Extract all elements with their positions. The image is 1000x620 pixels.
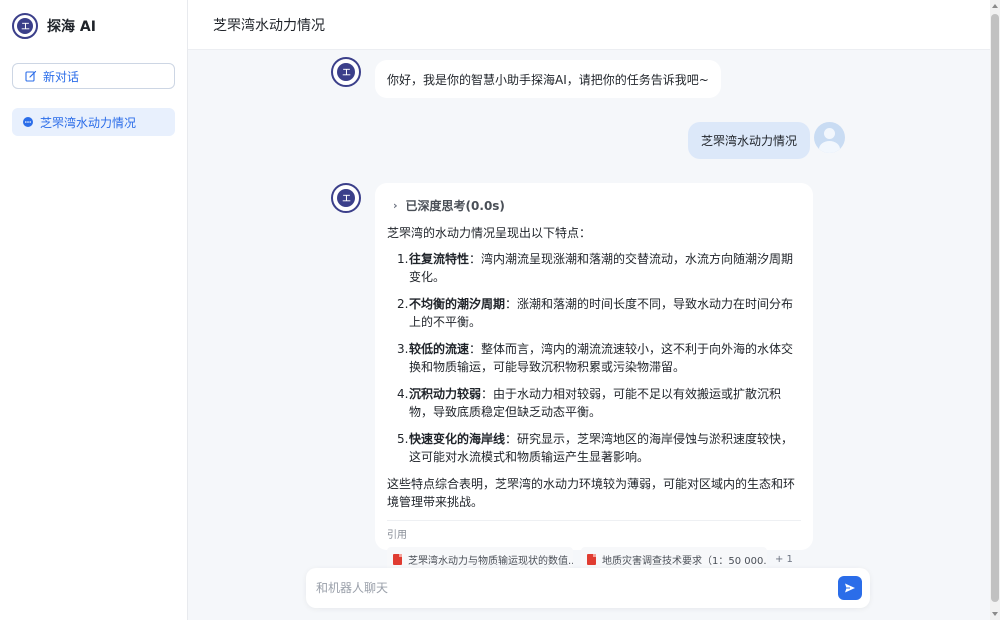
conversation-item[interactable]: 芝罘湾水动力情况	[12, 108, 175, 136]
pdf-icon	[393, 553, 402, 565]
edit-icon	[25, 70, 37, 82]
answer-point: 2. 不均衡的潮汐周期：涨潮和落潮的时间长度不同，导致水动力在时间分布上的不平衡…	[397, 297, 794, 329]
thinking-label: 已深度思考(0.0s)	[405, 198, 505, 213]
send-icon	[845, 583, 855, 593]
scroll-up-icon[interactable]	[992, 4, 998, 8]
answer-points: 1. 往复流特性：湾内潮流呈现涨潮和落潮的交替流动，水流方向随潮汐周期变化。 2…	[387, 250, 801, 466]
app-logo: 工	[12, 13, 38, 39]
answer-point: 4. 沉积动力较弱：由于水动力相对较弱，可能不足以有效搬运或扩散沉积物，导致底质…	[397, 387, 782, 419]
brand: 工 探海 AI	[12, 12, 96, 40]
answer-conclusion: 这些特点综合表明，芝罘湾的水动力环境较为薄弱，可能对区域内的生态和环境管理带来挑…	[387, 477, 796, 509]
logo-mark: 工	[342, 193, 351, 203]
user-avatar	[814, 122, 845, 153]
references-label: 引用	[387, 520, 801, 541]
user-message-text: 芝罘湾水动力情况	[701, 134, 798, 148]
user-message: 芝罘湾水动力情况	[688, 122, 811, 159]
send-button[interactable]	[838, 576, 862, 600]
chat-bubble-icon	[23, 117, 33, 127]
bot-avatar: 工	[331, 183, 361, 213]
bot-message: 你好，我是你的智慧小助手探海AI，请把你的任务告诉我吧~	[375, 60, 721, 98]
pdf-icon	[587, 553, 596, 565]
greeting-text: 你好，我是你的智慧小助手探海AI，请把你的任务告诉我吧~	[387, 72, 709, 87]
answer-point: 5. 快速变化的海岸线：研究显示，芝罘湾地区的海岸侵蚀与淤积速度较快，这可能对水…	[397, 432, 794, 464]
bot-avatar: 工	[331, 57, 361, 87]
scrollbar[interactable]	[990, 0, 1000, 620]
chat-input[interactable]	[316, 581, 826, 595]
answer-point: 3. 较低的流速：整体而言，湾内的潮流流速较小，这不利于向外海的水体交换和物质输…	[397, 342, 794, 374]
new-chat-button[interactable]: 新对话	[12, 63, 175, 89]
scrollbar-thumb[interactable]	[991, 14, 999, 602]
page-header: 芝罘湾水动力情况	[188, 0, 990, 50]
bot-answer: › 已深度思考(0.0s) 芝罘湾的水动力情况呈现出以下特点： 1. 往复流特性…	[375, 183, 813, 571]
logo-mark: 工	[21, 21, 30, 31]
page-title: 芝罘湾水动力情况	[213, 17, 325, 34]
new-chat-label: 新对话	[43, 69, 80, 84]
sidebar: 工 探海 AI 新对话 芝罘湾水动力情况	[0, 0, 188, 620]
scroll-down-icon[interactable]	[992, 612, 998, 616]
composer	[306, 568, 870, 608]
conversation-label: 芝罘湾水动力情况	[40, 115, 137, 130]
logo-mark: 工	[342, 67, 351, 77]
app-name: 探海 AI	[47, 19, 96, 35]
thinking-toggle[interactable]: › 已深度思考(0.0s)	[393, 197, 801, 213]
answer-intro: 芝罘湾的水动力情况呈现出以下特点：	[387, 226, 592, 240]
answer-point: 1. 往复流特性：湾内潮流呈现涨潮和落潮的交替流动，水流方向随潮汐周期变化。	[397, 252, 794, 284]
references-more[interactable]: + 1	[775, 554, 793, 565]
chevron-right-icon: ›	[393, 198, 398, 212]
